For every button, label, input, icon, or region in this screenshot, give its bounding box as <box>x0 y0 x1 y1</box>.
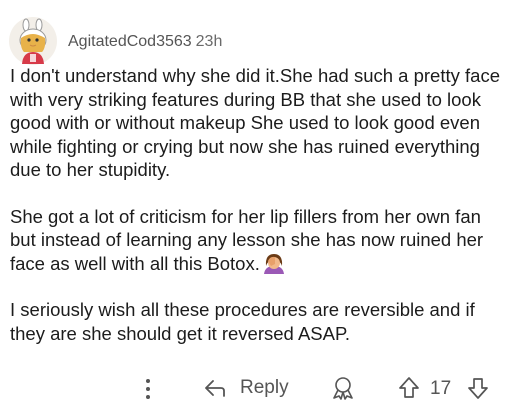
reply-label: Reply <box>240 377 289 398</box>
downvote-icon[interactable] <box>467 376 489 405</box>
comment-body: I don't understand why she did it.She ha… <box>10 64 506 368</box>
comment-meta: AgitatedCod3563 23h <box>68 33 222 51</box>
reply-button[interactable]: Reply <box>204 374 289 402</box>
award-icon[interactable] <box>330 376 356 405</box>
comment-age: 23h <box>195 33 223 50</box>
avatar[interactable] <box>8 16 58 66</box>
comment-paragraph-1: I don't understand why she did it.She ha… <box>10 65 500 180</box>
upvote-icon[interactable] <box>398 376 420 405</box>
vote-count: 17 <box>430 378 452 399</box>
comment-paragraph-3: I seriously wish all these procedures ar… <box>10 299 475 344</box>
more-icon[interactable] <box>138 376 158 402</box>
comment-paragraph-2: She got a lot of criticism for her lip f… <box>10 205 506 276</box>
comment-paragraph-2-text: She got a lot of criticism for her lip f… <box>10 205 484 274</box>
facepalm-emoji <box>262 252 286 274</box>
comment-header: AgitatedCod3563 23h <box>8 16 222 66</box>
comment: AgitatedCod3563 23h I don't understand wh… <box>0 0 512 414</box>
comment-actions: Reply 17 <box>0 368 512 408</box>
reply-icon <box>205 380 225 397</box>
username[interactable]: AgitatedCod3563 <box>68 33 192 50</box>
